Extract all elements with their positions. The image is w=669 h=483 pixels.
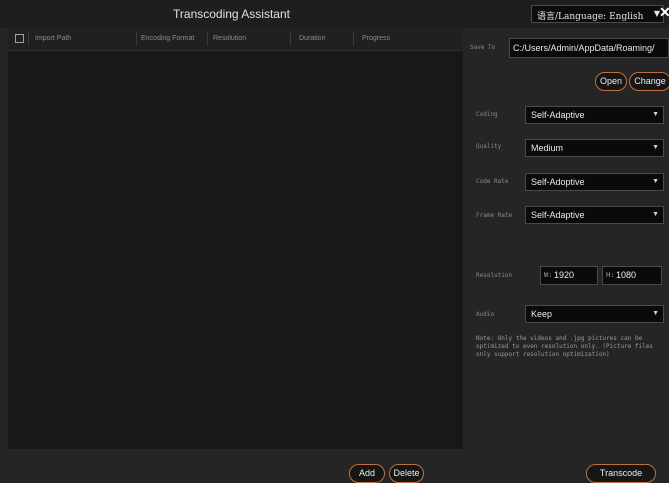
save-to-label: Save To <box>470 44 496 51</box>
open-button[interactable]: Open <box>595 72 627 91</box>
add-button[interactable]: Add <box>349 464 385 483</box>
coding-select-value: Self-Adaptive <box>531 110 585 120</box>
chevron-down-icon: ▼ <box>652 178 659 185</box>
code-rate-label: Code Rate <box>476 178 509 185</box>
resolution-label: Resolution <box>476 272 513 279</box>
frame-rate-select[interactable]: Self-Adaptive ▼ <box>525 206 664 224</box>
quality-select-value: Medium <box>531 143 564 153</box>
height-input[interactable]: H: 1080 <box>602 266 662 285</box>
coding-select[interactable]: Self-Adaptive ▼ <box>525 106 664 124</box>
column-header-resolution[interactable]: Resolution <box>213 35 246 42</box>
column-header-encoding-format[interactable]: Encoding Format <box>141 35 194 42</box>
window-title: Transcoding Assistant <box>173 7 290 21</box>
audio-select-value: Keep <box>531 309 553 319</box>
audio-label: Audio <box>476 311 495 318</box>
delete-button[interactable]: Delete <box>389 464 424 483</box>
file-list-panel[interactable]: Import Path Encoding Format Resolution D… <box>8 28 463 449</box>
quality-select[interactable]: Medium ▼ <box>525 139 664 157</box>
quality-label: Quality <box>476 143 502 150</box>
frame-rate-label: Frame Rate <box>476 212 513 219</box>
column-divider <box>207 32 208 46</box>
title-bar: Transcoding Assistant 语言/Language: Engli… <box>0 0 669 28</box>
column-divider <box>353 32 354 46</box>
close-icon[interactable]: ✕ <box>659 4 669 21</box>
note-text: Note: Only the videos and .jpg pictures … <box>476 335 654 358</box>
audio-select[interactable]: Keep ▼ <box>525 305 664 323</box>
height-prefix: H: <box>606 271 615 279</box>
column-divider <box>136 32 137 46</box>
change-button[interactable]: Change <box>629 72 669 91</box>
bottom-bar <box>0 455 669 483</box>
language-select[interactable]: 语言/Language: English ▼ <box>531 5 664 23</box>
chevron-down-icon: ▼ <box>652 111 659 118</box>
frame-rate-select-value: Self-Adaptive <box>531 210 585 220</box>
chevron-down-icon: ▼ <box>652 144 659 151</box>
file-list-header: Import Path Encoding Format Resolution D… <box>8 28 463 51</box>
settings-panel <box>463 28 669 449</box>
height-value: 1080 <box>616 270 637 280</box>
save-path-field[interactable]: C:/Users/Admin/AppData/Roaming/ <box>509 38 669 58</box>
column-divider <box>290 32 291 46</box>
column-header-duration[interactable]: Duration <box>299 35 325 42</box>
select-all-checkbox[interactable] <box>15 34 24 43</box>
code-rate-select[interactable]: Self-Adoptive ▼ <box>525 173 664 191</box>
language-select-value: 语言/Language: English <box>537 12 644 22</box>
width-input[interactable]: W: 1920 <box>540 266 598 285</box>
chevron-down-icon: ▼ <box>652 211 659 218</box>
coding-label: Coding <box>476 111 498 118</box>
column-divider <box>28 32 29 46</box>
code-rate-select-value: Self-Adoptive <box>531 177 585 187</box>
column-header-import-path[interactable]: Import Path <box>35 35 71 42</box>
column-header-progress[interactable]: Progress <box>362 35 390 42</box>
chevron-down-icon: ▼ <box>652 310 659 317</box>
transcode-button[interactable]: Transcode <box>586 464 656 483</box>
width-prefix: W: <box>544 271 553 279</box>
width-value: 1920 <box>554 270 575 280</box>
